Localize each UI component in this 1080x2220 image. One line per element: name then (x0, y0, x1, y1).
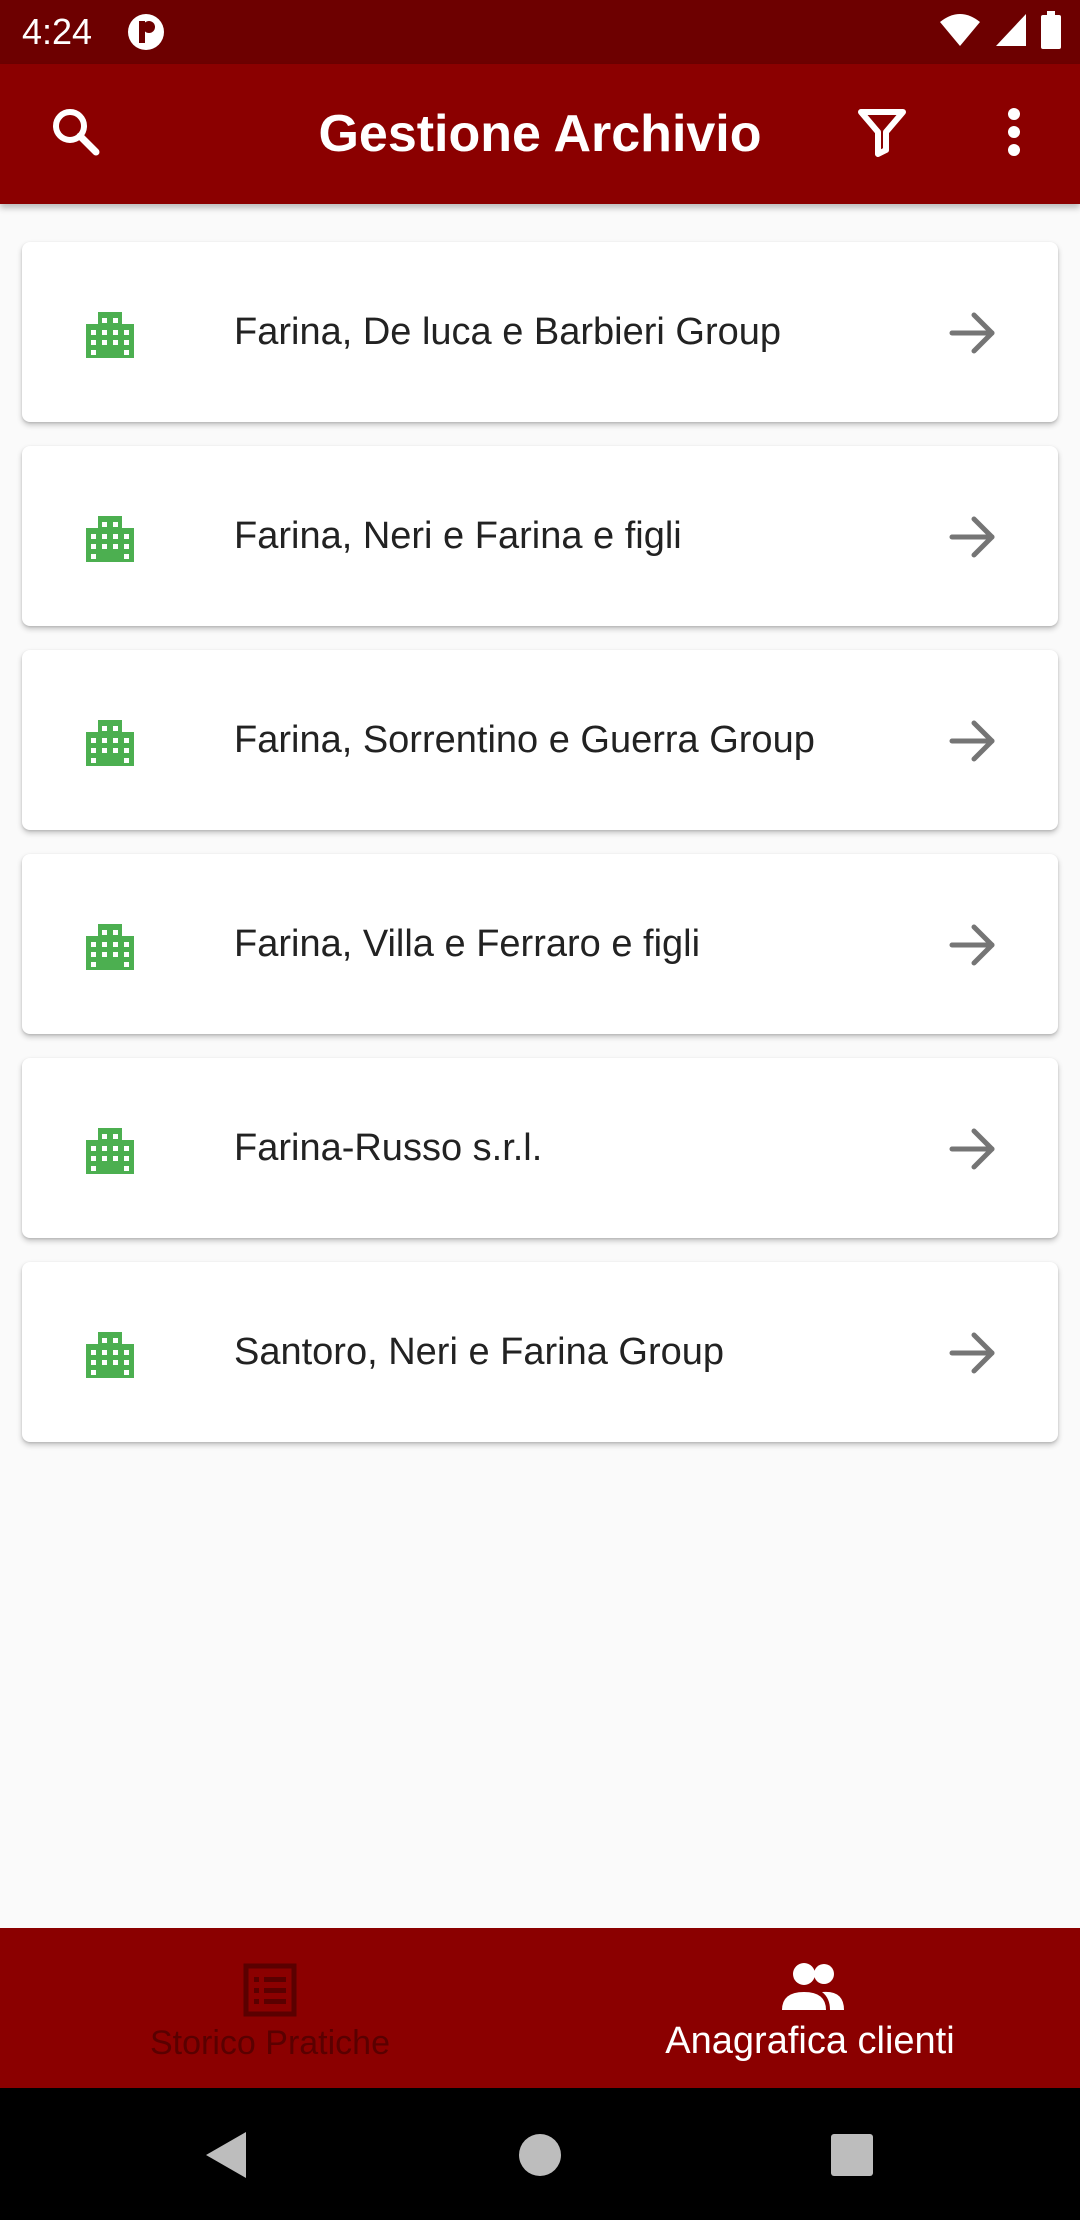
client-card[interactable]: Farina, Sorrentino e Guerra Group (22, 650, 1058, 830)
people-icon (780, 1960, 844, 2020)
building-icon (84, 308, 136, 360)
battery-icon (1040, 10, 1062, 54)
arrow-forward-icon (948, 1124, 998, 1174)
back-button[interactable] (200, 2128, 254, 2182)
client-name: Farina-Russo s.r.l. (234, 1127, 543, 1169)
client-card[interactable]: Farina, Neri e Farina e figli (22, 446, 1058, 626)
home-button[interactable] (513, 2128, 567, 2182)
client-card[interactable]: Farina, De luca e Barbieri Group (22, 242, 1058, 422)
app-notification-icon (126, 12, 166, 52)
arrow-forward-icon (948, 308, 998, 358)
status-time: 4:24 (22, 11, 93, 52)
nav-label-anagrafica: Anagrafica clienti (665, 2020, 955, 2062)
client-card[interactable]: Farina, Villa e Ferraro e figli (22, 854, 1058, 1034)
client-name: Santoro, Neri e Farina Group (234, 1331, 725, 1373)
building-icon (84, 716, 136, 768)
arrow-forward-icon (948, 512, 998, 562)
status-bar: 4:24 (0, 0, 1080, 64)
building-icon (84, 512, 136, 564)
client-list: Farina, De luca e Barbieri Group Farina,… (22, 242, 1058, 1466)
client-name: Farina, Neri e Farina e figli (234, 515, 682, 557)
arrow-forward-icon (948, 716, 998, 766)
page-title: Gestione Archivio (318, 105, 762, 163)
filter-icon (857, 106, 907, 163)
building-icon (84, 1328, 136, 1380)
bottom-navigation: Storico Pratiche Anagrafica clienti (0, 1928, 1080, 2088)
filter-button[interactable] (850, 102, 914, 166)
arrow-forward-icon (948, 1328, 998, 1378)
signal-icon (994, 12, 1028, 53)
client-card[interactable]: Farina-Russo s.r.l. (22, 1058, 1058, 1238)
search-button[interactable] (44, 102, 108, 166)
recents-button[interactable] (825, 2128, 879, 2182)
app-bar: Gestione Archivio (0, 64, 1080, 204)
more-vert-icon (1006, 106, 1022, 163)
building-icon (84, 920, 136, 972)
nav-item-anagrafica-clienti[interactable]: Anagrafica clienti (540, 1928, 1080, 2088)
system-navigation-bar (0, 2088, 1080, 2220)
wifi-icon (938, 12, 982, 53)
client-card[interactable]: Santoro, Neri e Farina Group (22, 1262, 1058, 1442)
nav-item-storico-pratiche[interactable]: Storico Pratiche (0, 1928, 540, 2088)
client-name: Farina, De luca e Barbieri Group (234, 311, 782, 353)
search-icon (50, 106, 102, 163)
building-icon (84, 1124, 136, 1176)
nav-label-storico: Storico Pratiche (150, 2024, 390, 2062)
client-name: Farina, Villa e Ferraro e figli (234, 923, 701, 965)
list-icon (240, 1960, 300, 2020)
more-options-button[interactable] (982, 102, 1046, 166)
client-name: Farina, Sorrentino e Guerra Group (234, 719, 815, 761)
arrow-forward-icon (948, 920, 998, 970)
